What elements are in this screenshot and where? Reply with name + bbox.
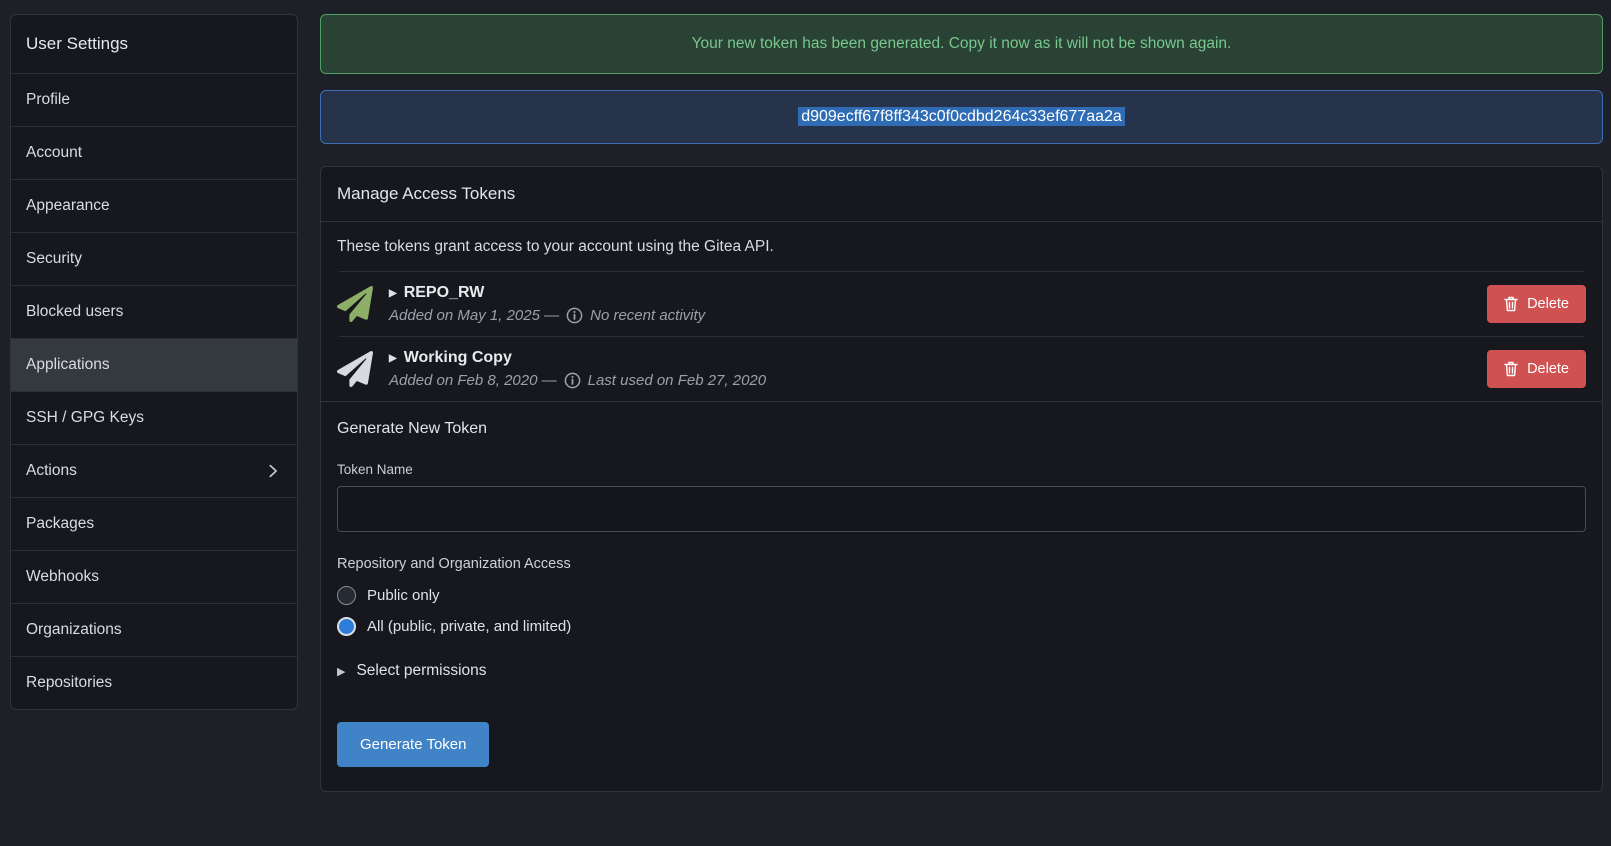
main-content: Your new token has been generated. Copy … [320,14,1603,792]
settings-page: User Settings Profile Account Appearance… [0,0,1611,792]
sidebar-item-applications[interactable]: Applications [11,338,297,391]
generate-new-token-section: Generate New Token Token Name Repository… [321,401,1602,791]
sidebar-item-ssh-gpg-keys[interactable]: SSH / GPG Keys [11,391,297,444]
sidebar-item-security[interactable]: Security [11,232,297,285]
delete-token-button[interactable]: Delete [1487,285,1586,323]
sidebar-item-account[interactable]: Account [11,126,297,179]
token-meta: Added on Feb 8, 2020 — Last used on Feb … [389,372,1471,389]
sidebar-item-webhooks[interactable]: Webhooks [11,550,297,603]
new-token-value[interactable]: d909ecff67f8ff343c0f0cdbd264c33ef677aa2a [798,107,1125,126]
sidebar-title: User Settings [11,15,297,73]
panel-description: These tokens grant access to your accoun… [321,222,1602,271]
token-name-input[interactable] [337,486,1586,532]
panel-title: Manage Access Tokens [321,167,1602,222]
paper-plane-icon [337,351,373,387]
sidebar-item-blocked-users[interactable]: Blocked users [11,285,297,338]
expand-triangle-icon: ▶ [337,665,345,678]
repo-org-access-label: Repository and Organization Access [337,556,1586,572]
sidebar-item-profile[interactable]: Profile [11,73,297,126]
token-row: ▶ Working Copy Added on Feb 8, 2020 — La… [321,337,1602,401]
radio-public-only[interactable]: Public only [337,586,1586,605]
radio-all-access[interactable]: All (public, private, and limited) [337,617,1586,636]
trash-icon [1504,361,1518,377]
trash-icon [1504,296,1518,312]
token-generated-flash-message: Your new token has been generated. Copy … [320,14,1603,74]
token-meta: Added on May 1, 2025 — No recent activit… [389,307,1471,324]
manage-access-tokens-panel: Manage Access Tokens These tokens grant … [320,166,1603,792]
sidebar-item-organizations[interactable]: Organizations [11,603,297,656]
info-circle-icon[interactable] [566,307,583,324]
settings-sidebar: User Settings Profile Account Appearance… [10,14,298,710]
paper-plane-icon [337,286,373,322]
select-permissions-toggle[interactable]: ▶ Select permissions [337,662,1586,680]
sidebar-item-appearance[interactable]: Appearance [11,179,297,232]
generate-section-title: Generate New Token [337,420,1586,438]
expand-triangle-icon: ▶ [389,353,397,364]
sidebar-item-actions[interactable]: Actions [11,444,297,497]
chevron-right-icon [264,462,282,480]
token-name-label: Token Name [337,462,1586,477]
radio-checked-icon[interactable] [337,617,356,636]
sidebar-item-packages[interactable]: Packages [11,497,297,550]
radio-unchecked-icon[interactable] [337,586,356,605]
generate-token-button[interactable]: Generate Token [337,722,489,767]
sidebar-item-repositories[interactable]: Repositories [11,656,297,709]
token-name-toggle[interactable]: ▶ Working Copy [389,349,1471,367]
info-circle-icon[interactable] [564,372,581,389]
delete-token-button[interactable]: Delete [1487,350,1586,388]
token-row: ▶ REPO_RW Added on May 1, 2025 — No rece… [321,272,1602,336]
expand-triangle-icon: ▶ [389,288,397,299]
token-name-toggle[interactable]: ▶ REPO_RW [389,284,1471,302]
new-token-display-box: d909ecff67f8ff343c0f0cdbd264c33ef677aa2a [320,90,1603,144]
